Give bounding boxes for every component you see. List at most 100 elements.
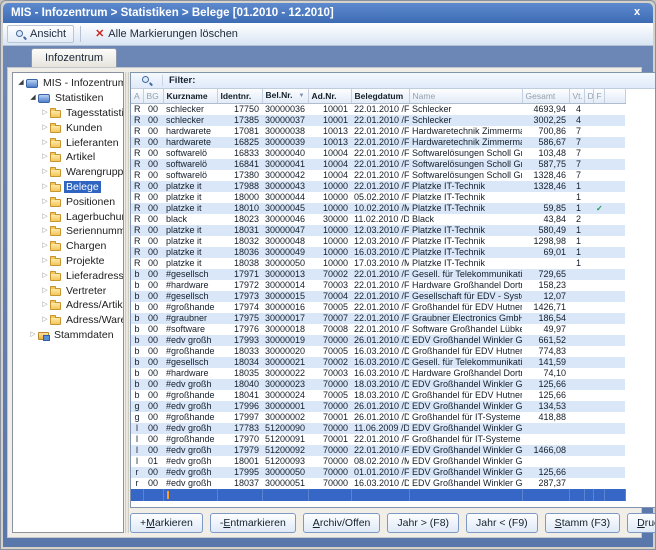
jahr-f9-button[interactable]: Jahr < (F9)	[466, 513, 538, 533]
tree-item-tagesstatistik[interactable]: ▷Tagesstatistik	[13, 106, 123, 121]
table-row[interactable]: l01#edv großh18001512000937000008.02.201…	[131, 456, 625, 467]
table-row[interactable]: l00#edv großh17783512000907000011.06.200…	[131, 423, 625, 434]
expand-arrow-icon[interactable]: ▷	[40, 182, 50, 192]
tree-item-positionen[interactable]: ▷Positionen	[13, 194, 123, 209]
column-header-d[interactable]: D	[584, 89, 593, 103]
table-row[interactable]: b00#edv großh18040300000237000018.03.201…	[131, 379, 625, 390]
expand-arrow-icon[interactable]: ▷	[40, 271, 50, 281]
stamm-f3-button[interactable]: Stamm (F3)	[545, 513, 620, 533]
tree-item-belege[interactable]: ▷Belege	[13, 180, 123, 195]
table-row[interactable]: b00#graubner17975300000177000722.01.2010…	[131, 313, 625, 324]
collapse-arrow-icon[interactable]: ◢	[16, 78, 26, 88]
column-header-ad-nr[interactable]: Ad.Nr.	[308, 89, 351, 103]
column-header-bel-nr[interactable]: Bel.Nr.▼	[262, 89, 308, 103]
expand-arrow-icon[interactable]: ▷	[40, 152, 50, 162]
table-row[interactable]: b00#hardware18035300000227000316.03.2010…	[131, 368, 625, 379]
table-row[interactable]: R00platzke it18038300000501000017.03.201…	[131, 258, 625, 269]
filter-row[interactable]: Filter:	[131, 73, 656, 89]
table-row[interactable]: R00platzke it18000300000441000005.02.201…	[131, 192, 625, 203]
table-row[interactable]: g00#edv großh17996300000017000026.01.201…	[131, 401, 625, 412]
tree-item-seriennummern[interactable]: ▷Seriennummern	[13, 224, 123, 239]
cell-d	[584, 148, 593, 159]
expand-arrow-icon[interactable]: ▷	[40, 300, 50, 310]
tree-grid-splitter[interactable]	[125, 72, 129, 533]
column-header-kurzname[interactable]: Kurzname	[163, 89, 217, 103]
table-row[interactable]: b00#großhande17974300000167000522.01.201…	[131, 302, 625, 313]
table-row[interactable]: b00#software17976300000187000822.01.2010…	[131, 324, 625, 335]
table-row[interactable]: l00#edv großh17979512000927000022.01.201…	[131, 445, 625, 456]
table-row[interactable]: b00#edv großh17993300000197000026.01.201…	[131, 335, 625, 346]
table-row[interactable]: R00schlecker17385300000371000122.01.2010…	[131, 115, 625, 126]
table-row[interactable]: g00#großhande17997300000027000126.01.201…	[131, 412, 625, 423]
table-row[interactable]: R00platzke it18036300000491000016.03.201…	[131, 247, 625, 258]
column-header-a[interactable]: A	[131, 89, 143, 103]
table-row[interactable]: b00#großhande18033300000207000516.03.201…	[131, 346, 625, 357]
druck-f4-button[interactable]: Druck (F4)	[627, 513, 656, 533]
expand-arrow-icon[interactable]: ▷	[40, 241, 50, 251]
markieren-button[interactable]: + Markieren	[130, 513, 203, 533]
tree-item-vertreter[interactable]: ▷Vertreter	[13, 283, 123, 298]
table-row[interactable]: R00platzke it18031300000471000012.03.201…	[131, 225, 625, 236]
column-header-vt[interactable]: Vt.	[569, 89, 584, 103]
table-row[interactable]: R00platzke it17988300000431000022.01.201…	[131, 181, 625, 192]
tree-item-projekte[interactable]: ▷Projekte	[13, 254, 123, 269]
expand-arrow-icon[interactable]: ▷	[28, 330, 38, 340]
column-header-f[interactable]: F	[593, 89, 604, 103]
column-header-gesamt[interactable]: Gesamt	[522, 89, 569, 103]
tree-item-adress-warengruppen[interactable]: ▷Adress/Warengruppen	[13, 313, 123, 328]
table-row[interactable]: R00softwarelö16833300000401000422.01.201…	[131, 148, 625, 159]
archiv-offen-button[interactable]: Archiv/Offen	[303, 513, 381, 533]
tree-item-warengruppen[interactable]: ▷Warengruppen	[13, 165, 123, 180]
table-row[interactable]: R00schlecker17750300000361000122.01.2010…	[131, 103, 625, 115]
expand-arrow-icon[interactable]: ▷	[40, 108, 50, 118]
tree-item-artikel[interactable]: ▷Artikel	[13, 150, 123, 165]
tree-item-chargen[interactable]: ▷Chargen	[13, 239, 123, 254]
expand-arrow-icon[interactable]: ▷	[40, 123, 50, 133]
column-header-bg[interactable]: BG	[143, 89, 163, 103]
tree-item-adress-artikel[interactable]: ▷Adress/Artikel	[13, 298, 123, 313]
jahr-f8-button[interactable]: Jahr > (F8)	[387, 513, 459, 533]
collapse-arrow-icon[interactable]: ◢	[28, 93, 38, 103]
table-row[interactable]: b00#gesellsch17973300000157000422.01.201…	[131, 291, 625, 302]
selected-cell	[217, 489, 262, 501]
table-row[interactable]: R00platzke it18010300000451000010.02.201…	[131, 203, 625, 214]
expand-arrow-icon[interactable]: ▷	[40, 197, 50, 207]
expand-arrow-icon[interactable]: ▷	[40, 138, 50, 148]
expand-arrow-icon[interactable]: ▷	[40, 226, 50, 236]
tree-item-lieferadressen[interactable]: ▷Lieferadressen	[13, 268, 123, 283]
table-row[interactable]: b00#gesellsch17971300000137000222.01.201…	[131, 269, 625, 280]
tab-infozentrum[interactable]: Infozentrum	[31, 48, 117, 67]
expand-arrow-icon[interactable]: ▷	[40, 256, 50, 266]
table-row[interactable]: b00#hardware17972300000147000322.01.2010…	[131, 280, 625, 291]
column-header-name[interactable]: Name	[409, 89, 522, 103]
tree-item-mis-infozentrum[interactable]: ◢MIS - Infozentrum	[13, 76, 123, 91]
expand-arrow-icon[interactable]: ▷	[40, 286, 50, 296]
column-header-belegdatum[interactable]: Belegdatum	[351, 89, 409, 103]
table-row[interactable]: b00#großhande18041300000247000518.03.201…	[131, 390, 625, 401]
table-row[interactable]: R00platzke it18032300000481000012.03.201…	[131, 236, 625, 247]
table-row[interactable]: r00#edv großh17995300000507000001.01.201…	[131, 467, 625, 478]
tree-item-kunden[interactable]: ▷Kunden	[13, 120, 123, 135]
tree-item-lieferanten[interactable]: ▷Lieferanten	[13, 135, 123, 150]
entmarkieren-button[interactable]: - Entmarkieren	[210, 513, 296, 533]
expand-arrow-icon[interactable]: ▷	[40, 315, 50, 325]
expand-arrow-icon[interactable]: ▷	[40, 212, 50, 222]
selected-row[interactable]	[131, 489, 625, 501]
clear-marks-button[interactable]: ✕ Alle Markierungen löschen	[87, 25, 246, 43]
table-row[interactable]: R00hardwarete17081300000381001322.01.201…	[131, 126, 625, 137]
table-row[interactable]: r00#edv großh18037300000517000016.03.201…	[131, 478, 625, 489]
table-row[interactable]: b00#gesellsch18034300000217000216.03.201…	[131, 357, 625, 368]
table-row[interactable]: R00softwarelö16841300000411000422.01.201…	[131, 159, 625, 170]
cell-bel-nr: 30000020	[262, 346, 308, 357]
tree-item-stammdaten[interactable]: ▷Stammdaten	[13, 328, 123, 343]
tree-item-statistiken[interactable]: ◢Statistiken	[13, 91, 123, 106]
ansicht-button[interactable]: Ansicht	[7, 25, 74, 43]
expand-arrow-icon[interactable]: ▷	[40, 167, 50, 177]
table-row[interactable]: R00hardwarete16825300000391001322.01.201…	[131, 137, 625, 148]
tree-item-lagerbuchungen[interactable]: ▷Lagerbuchungen	[13, 209, 123, 224]
table-row[interactable]: R00softwarelö17380300000421000422.01.201…	[131, 170, 625, 181]
column-header-identnr[interactable]: Identnr.	[217, 89, 262, 103]
table-row[interactable]: R00black18023300000463000011.02.2010 /Do…	[131, 214, 625, 225]
close-button[interactable]: x	[629, 6, 645, 20]
table-row[interactable]: l00#großhande17970512000917000122.01.201…	[131, 434, 625, 445]
